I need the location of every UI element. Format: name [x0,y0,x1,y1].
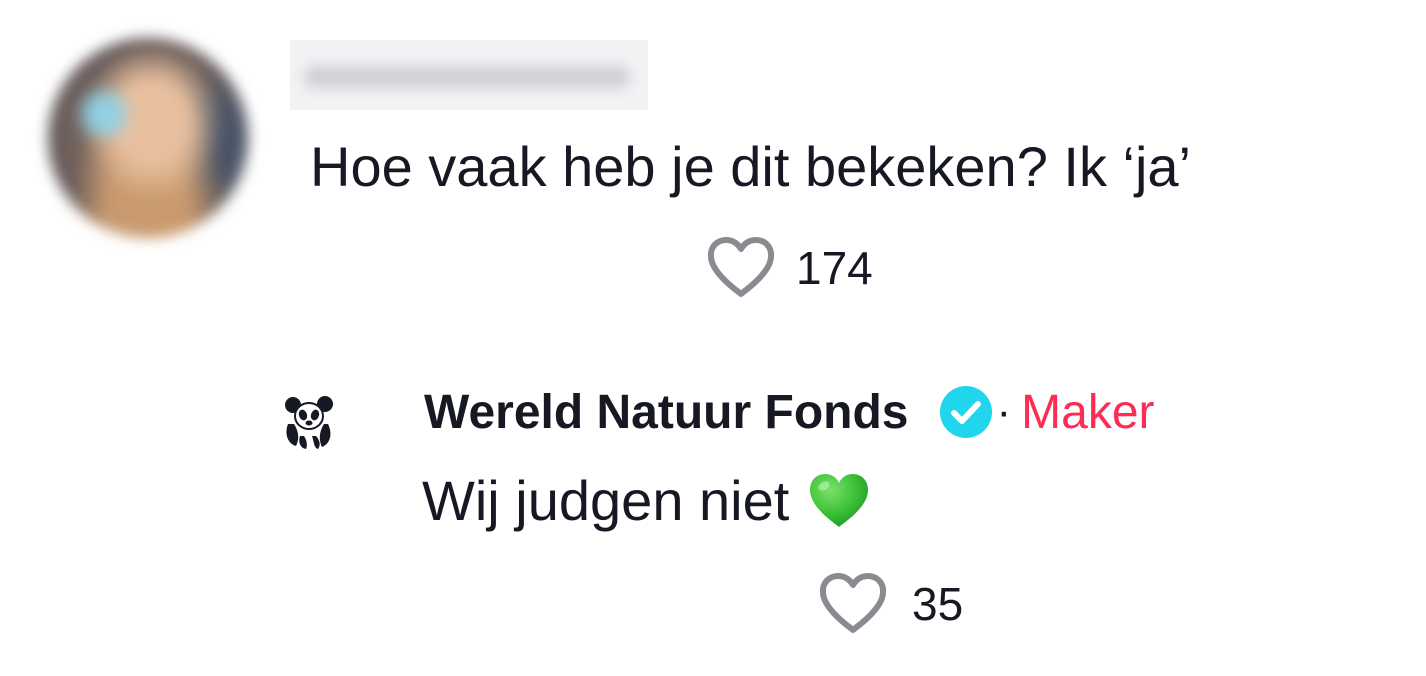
avatar[interactable] [48,38,248,238]
reply-header: Wereld Natuur Fonds · Maker [424,384,1155,440]
like-count: 174 [796,242,873,294]
comment-thread: Hoe vaak heb je dit bekeken? Ik ‘ja’ 174… [0,0,1426,676]
verified-badge-icon [940,386,993,438]
reply-text-row: Wij judgen niet [422,466,871,536]
panda-logo-icon[interactable] [282,392,336,450]
maker-badge: Maker [1021,385,1155,439]
separator-dot: · [996,387,1012,436]
like-button[interactable]: 174 [706,236,873,300]
heart-outline-icon [819,573,887,633]
reply-text: Wij judgen niet [422,469,790,532]
like-count: 35 [912,578,964,630]
author-name[interactable]: Wereld Natuur Fonds [424,385,908,440]
like-button[interactable]: 35 [818,572,963,636]
comment-text: Hoe vaak heb je dit bekeken? Ik ‘ja’ [310,135,1191,198]
heart-outline-icon [707,237,775,297]
green-heart-emoji [810,474,869,527]
username-redacted[interactable] [290,40,648,110]
